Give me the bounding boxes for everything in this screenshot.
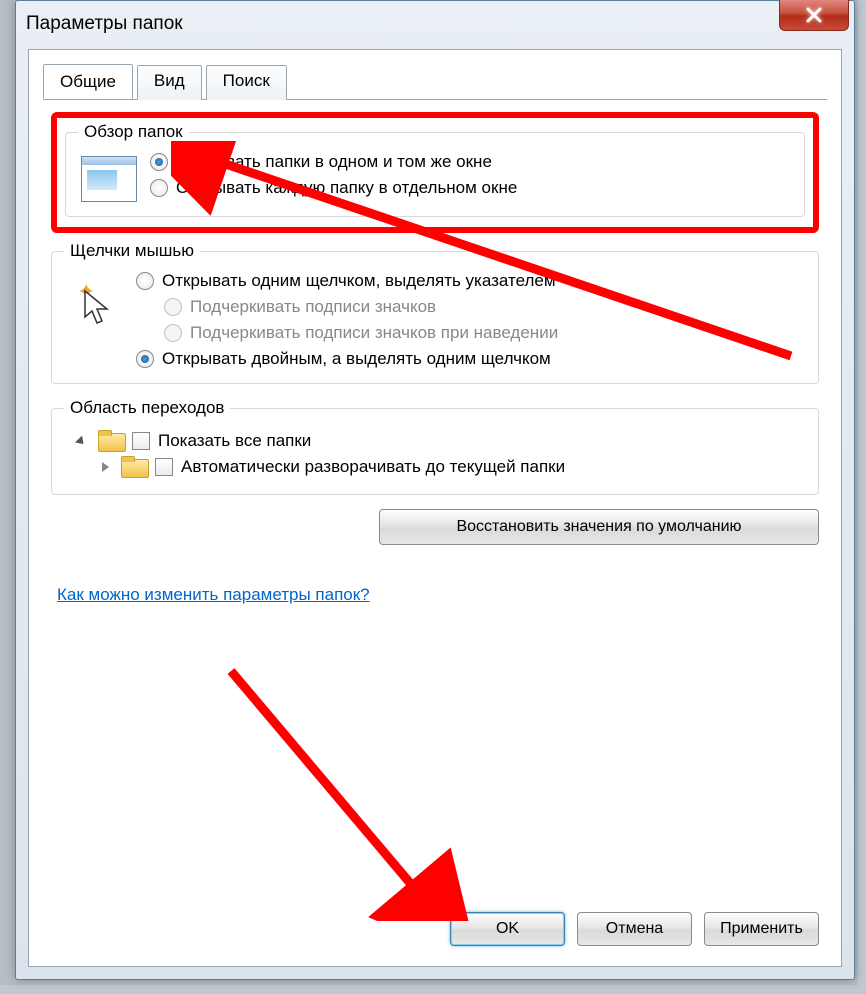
close-button[interactable] [779,0,849,31]
radio-icon [150,153,168,171]
radio-double-click-label: Открывать двойным, а выделять одним щелч… [162,349,551,369]
group-nav-legend: Область переходов [64,398,230,418]
tab-content-general: Обзор папок Открывать папки в одном и то… [29,100,841,619]
radio-underline-hover-label: Подчеркивать подписи значков при наведен… [190,323,558,343]
radio-underline-always: Подчеркивать подписи значков [136,297,806,317]
radio-underline-always-label: Подчеркивать подписи значков [190,297,436,317]
radio-icon [136,350,154,368]
radio-icon [136,272,154,290]
tabstrip: Общие Вид Поиск [29,50,841,99]
cursor-arrow-icon [83,289,113,327]
tree-item-show-all[interactable]: Показать все папки [74,428,806,454]
cancel-button[interactable]: Отмена [577,912,692,946]
group-browse-folders: Обзор папок Открывать папки в одном и то… [65,122,805,217]
dialog-buttons: OK Отмена Применить [450,912,819,946]
ok-button[interactable]: OK [450,912,565,946]
tree-item-show-all-label: Показать все папки [158,431,311,451]
radio-new-window[interactable]: Открывать каждую папку в отдельном окне [150,178,792,198]
radio-icon [164,298,182,316]
tab-general[interactable]: Общие [43,64,133,99]
tree-item-auto-expand[interactable]: Автоматически разворачивать до текущей п… [74,454,806,480]
radio-new-window-label: Открывать каждую папку в отдельном окне [176,178,517,198]
window-title: Параметры папок [26,13,183,35]
group-browse-legend: Обзор папок [78,122,189,142]
radio-icon [150,179,168,197]
radio-same-window-label: Открывать папки в одном и том же окне [176,152,492,172]
folder-options-dialog: Параметры папок Общие Вид Поиск Обзор па… [15,0,855,980]
titlebar[interactable]: Параметры папок [16,1,854,46]
tab-search[interactable]: Поиск [206,65,287,100]
folder-icon [98,430,124,452]
client-area: Общие Вид Поиск Обзор папок [28,49,842,967]
radio-single-click-label: Открывать одним щелчком, выделять указат… [162,271,556,291]
radio-same-window[interactable]: Открывать папки в одном и том же окне [150,152,792,172]
tree-item-auto-expand-label: Автоматически разворачивать до текущей п… [181,457,565,477]
help-link[interactable]: Как можно изменить параметры папок? [57,585,370,605]
radio-underline-hover: Подчеркивать подписи значков при наведен… [136,323,806,343]
window-preview-icon [81,156,137,202]
group-click-legend: Щелчки мышью [64,241,200,261]
apply-button[interactable]: Применить [704,912,819,946]
tree-expand-icon[interactable] [75,435,87,447]
annotation-highlight-box: Обзор папок Открывать папки в одном и то… [51,112,819,233]
click-icon: ✦ [64,271,126,327]
radio-single-click[interactable]: Открывать одним щелчком, выделять указат… [136,271,806,291]
radio-icon [164,324,182,342]
tab-view[interactable]: Вид [137,65,202,100]
folder-icon [121,456,147,478]
restore-defaults-button[interactable]: Восстановить значения по умолчанию [379,509,819,545]
checkbox-show-all[interactable] [132,432,150,450]
group-navigation-pane: Область переходов Показать все папки Авт… [51,398,819,495]
close-icon [805,7,823,23]
browse-icon [78,152,140,202]
radio-double-click[interactable]: Открывать двойным, а выделять одним щелч… [136,349,806,369]
group-click-behavior: Щелчки мышью ✦ Открывать одни [51,241,819,384]
tree-expand-icon[interactable] [102,462,109,472]
checkbox-auto-expand[interactable] [155,458,173,476]
